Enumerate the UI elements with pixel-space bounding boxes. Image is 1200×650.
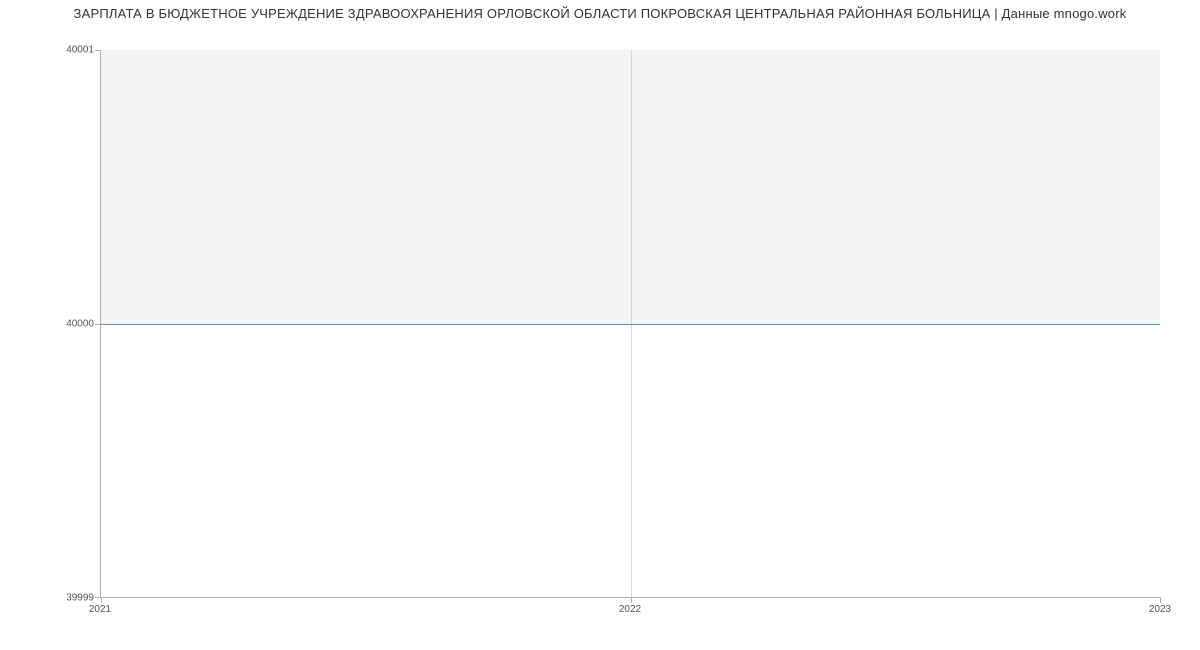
x-tick-label: 2022 bbox=[619, 604, 641, 615]
y-tick-label: 39999 bbox=[66, 593, 94, 604]
x-tick-label: 2023 bbox=[1149, 604, 1171, 615]
y-tick bbox=[95, 324, 101, 325]
y-tick-label: 40000 bbox=[66, 319, 94, 330]
chart-title: ЗАРПЛАТА В БЮДЖЕТНОЕ УЧРЕЖДЕНИЕ ЗДРАВООХ… bbox=[0, 6, 1200, 21]
y-tick-label: 40001 bbox=[66, 45, 94, 56]
x-tick-label: 2021 bbox=[89, 604, 111, 615]
data-line bbox=[101, 324, 1160, 325]
x-tick bbox=[631, 597, 632, 603]
x-tick bbox=[101, 597, 102, 603]
chart-container: ЗАРПЛАТА В БЮДЖЕТНОЕ УЧРЕЖДЕНИЕ ЗДРАВООХ… bbox=[0, 0, 1200, 650]
y-tick bbox=[95, 50, 101, 51]
plot-area bbox=[100, 50, 1160, 598]
x-tick bbox=[1160, 597, 1161, 603]
